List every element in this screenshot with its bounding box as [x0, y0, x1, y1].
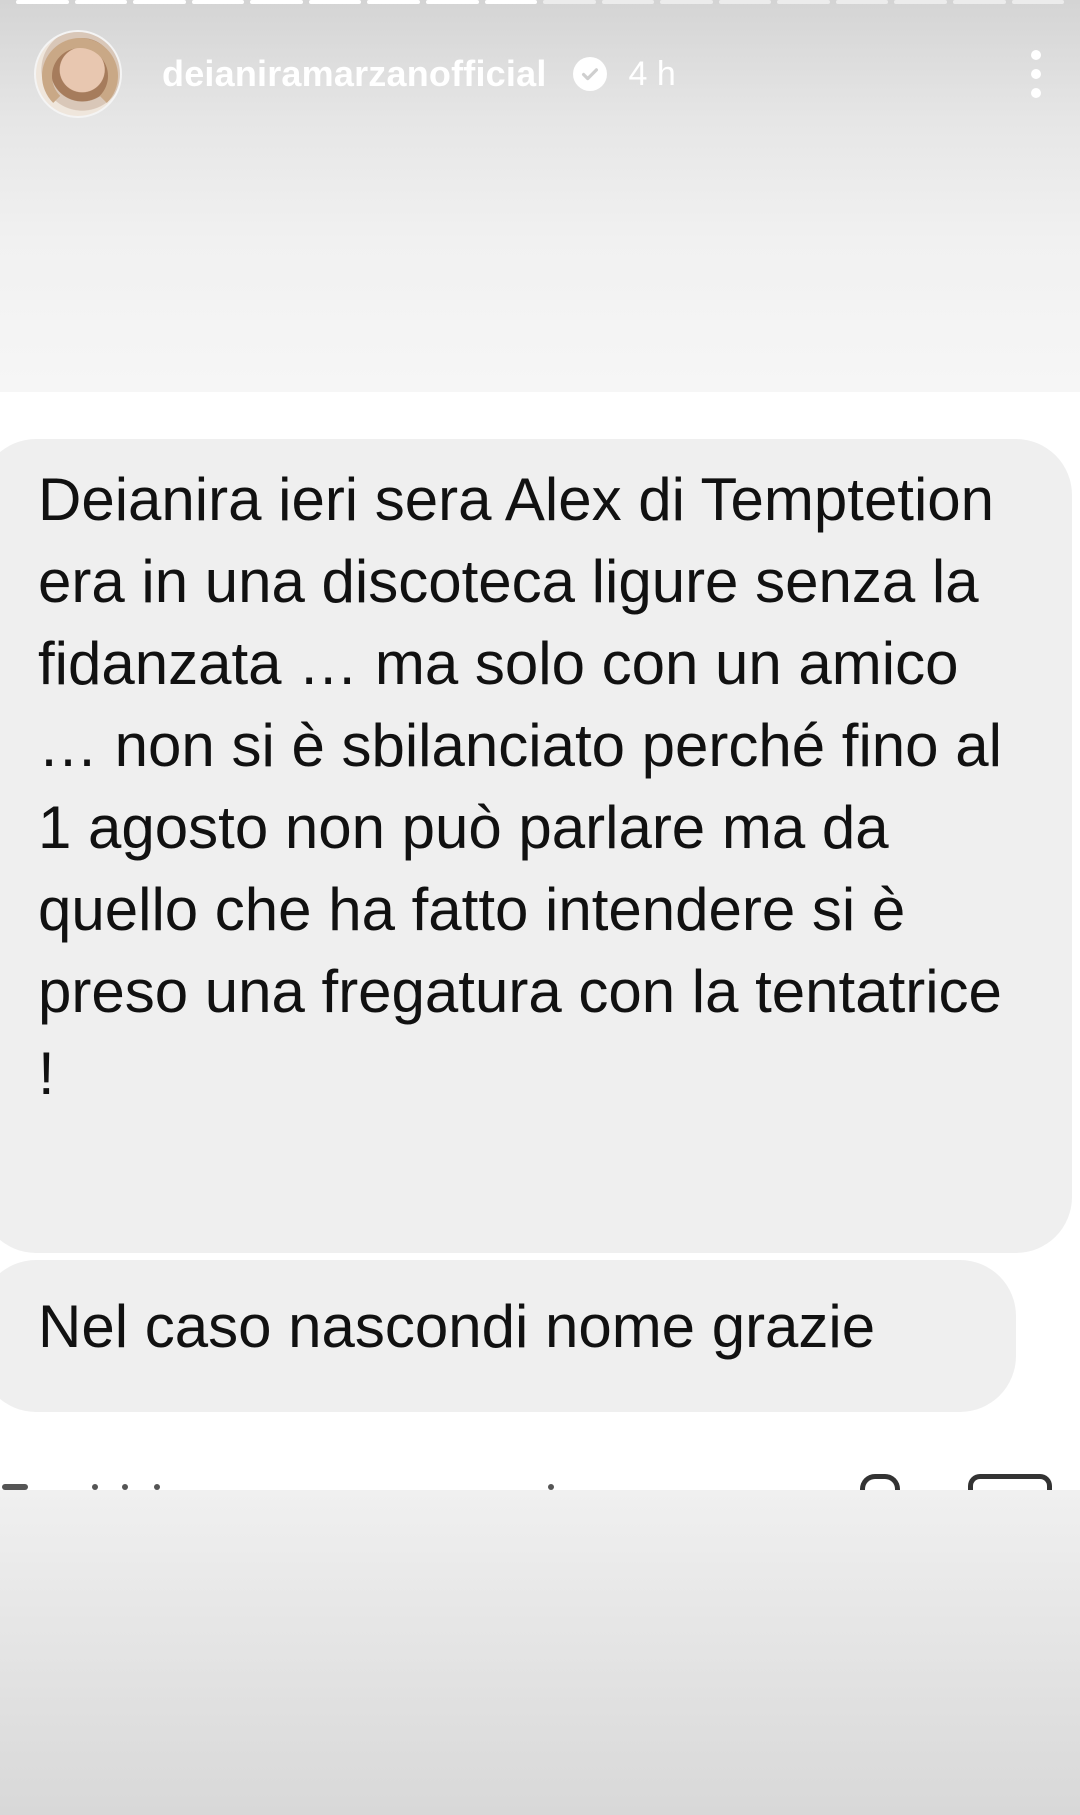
verified-badge-icon — [572, 57, 607, 91]
story-background — [0, 1490, 1080, 1815]
message-bubble: Nel caso nascondi nome grazie — [0, 1260, 1016, 1412]
avatar[interactable] — [34, 30, 122, 118]
story-progress-segment — [74, 0, 128, 4]
story-progress-segment — [133, 0, 186, 4]
story-progress-segment — [601, 0, 655, 4]
story-progress-segment — [16, 0, 69, 4]
more-vertical-icon[interactable] — [1026, 44, 1046, 104]
story-progress-segment — [191, 0, 245, 4]
post-time: 4 h — [628, 54, 676, 93]
story-progress-segment — [660, 0, 713, 4]
story-progress-segment — [425, 0, 479, 4]
story-progress-segment — [484, 0, 538, 4]
dm-screenshot: Deianira ieri sera Alex di Temptetion er… — [0, 392, 1080, 1490]
cropped-toolbar-row — [0, 1436, 1080, 1494]
story-progress-segment — [543, 0, 596, 4]
username[interactable]: deianiramarzanofficial — [162, 53, 547, 95]
story-progress-segment — [718, 0, 772, 4]
story-header: deianiramarzanofficial 4 h — [34, 26, 1046, 122]
story-progress-segment — [953, 0, 1006, 4]
story-progress-segment — [1011, 0, 1065, 4]
story-viewer[interactable]: deianiramarzanofficial 4 h Deianira ieri… — [0, 0, 1080, 1815]
story-progress-segment — [250, 0, 303, 4]
story-progress-segment — [894, 0, 947, 4]
story-progress-segment — [308, 0, 362, 4]
story-progress-segment — [367, 0, 420, 4]
story-progress-segment — [835, 0, 889, 4]
story-progress-bar — [16, 0, 1065, 5]
story-progress-segment — [777, 0, 830, 4]
message-bubble: Deianira ieri sera Alex di Temptetion er… — [0, 439, 1072, 1253]
